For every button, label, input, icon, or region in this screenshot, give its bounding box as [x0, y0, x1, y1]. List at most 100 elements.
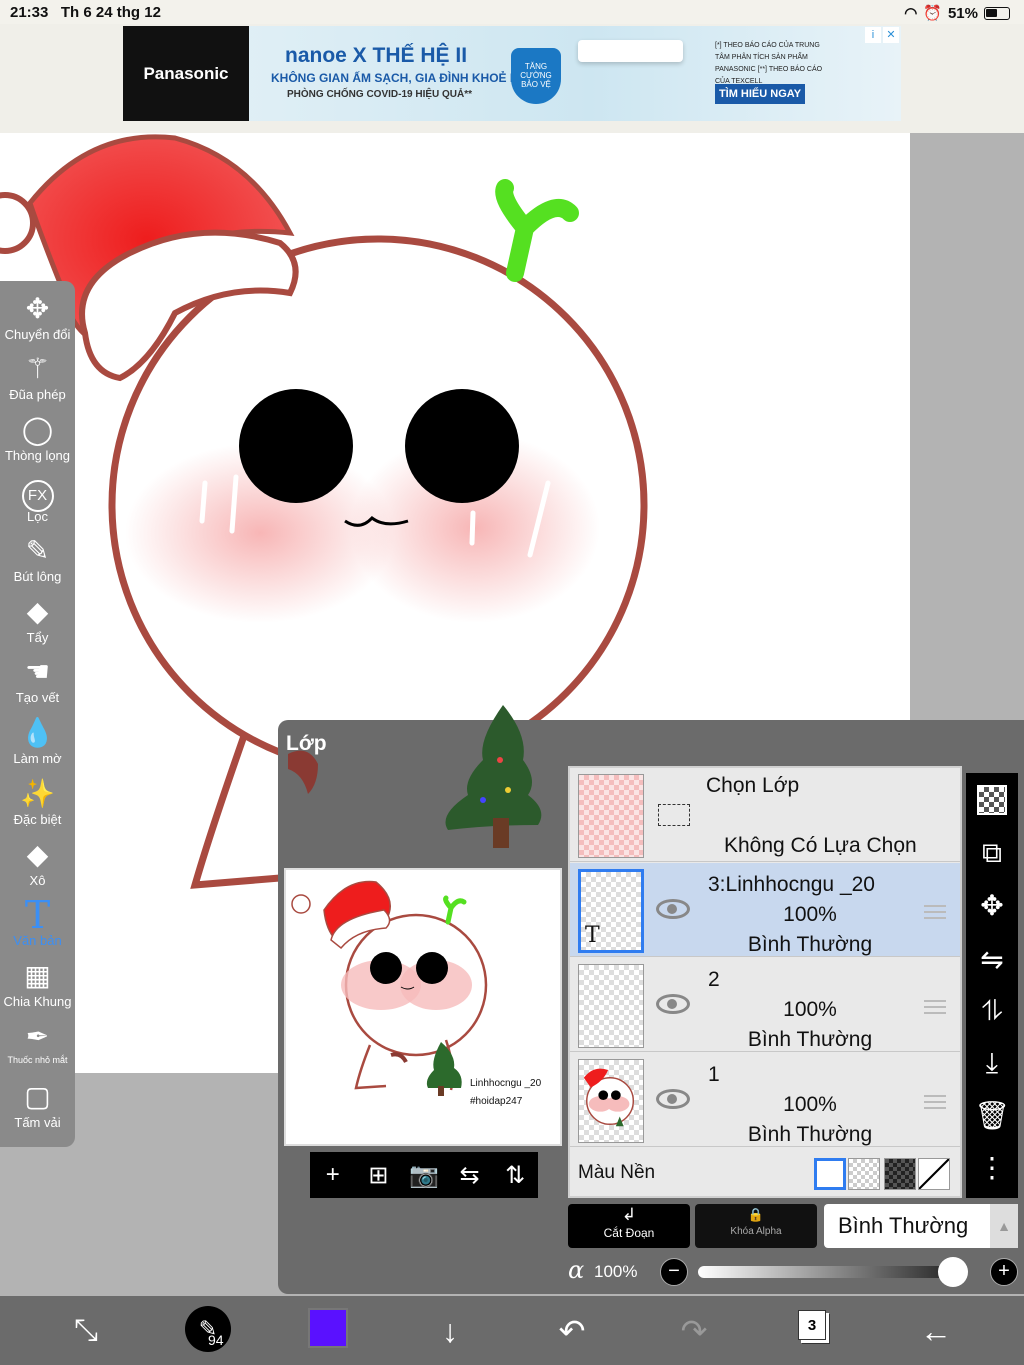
tool-lasso[interactable]: ◯ Thòng lọng [0, 412, 75, 472]
layer-name: 3:Linhhocngu _20 [708, 873, 875, 896]
current-color-swatch[interactable] [308, 1308, 348, 1348]
more-vertical-icon[interactable]: ⋮ [966, 1151, 1018, 1184]
move-icon: ✥ [25, 293, 50, 324]
move-layer-icon[interactable]: ✥ [966, 889, 1018, 922]
tool-blur[interactable]: 💧 Làm mờ [0, 715, 75, 775]
alpha-lock-button[interactable]: 🔒 Khóa Alpha [695, 1204, 817, 1248]
lasso-icon: ◯ [21, 414, 54, 445]
camera-icon[interactable]: 📷 [407, 1161, 441, 1190]
eye-visibility-icon[interactable] [656, 994, 690, 1014]
layer-thumbnail [578, 964, 644, 1048]
opacity-slider[interactable] [698, 1266, 958, 1278]
layer-list: Chọn Lớp Không Có Lựa Chọn Màu Nền T 3:Li… [568, 766, 962, 1198]
back-arrow-icon[interactable]: ← [914, 1310, 958, 1352]
brush-size-value: 94 [208, 1332, 224, 1348]
ad-air-conditioner-image [578, 40, 683, 62]
checker-transparency-icon[interactable] [977, 785, 1007, 815]
preview-toolbar: + ⊞ 📷 ⇆ ⇅ [310, 1152, 538, 1198]
tool-label: Chuyển đổi [4, 327, 71, 342]
frame-divider-icon: ▦ [24, 960, 51, 991]
arrow-down-icon[interactable]: ↓ [430, 1310, 470, 1352]
undo-icon[interactable]: ↶ [550, 1310, 594, 1352]
layers-button[interactable]: 3 [798, 1310, 826, 1340]
drag-handle-icon[interactable] [924, 1000, 946, 1014]
tool-label: Lọc [27, 509, 48, 524]
clipping-icon: ↲ [621, 1205, 637, 1224]
sprout [495, 179, 579, 282]
tool-label: Đặc biệt [13, 812, 62, 827]
layer-thumbnail: T [578, 869, 644, 953]
redo-icon[interactable]: ↷ [672, 1310, 716, 1352]
tool-canvas[interactable]: ▢ Tấm vải [0, 1079, 75, 1139]
ad-controls: i ✕ [865, 27, 899, 43]
opacity-decrease-button[interactable]: − [660, 1258, 688, 1286]
transform-tool-icon[interactable]: ⤡ [64, 1310, 108, 1352]
add-layer-icon[interactable]: + [316, 1161, 350, 1189]
layer-opacity: 100% [783, 998, 837, 1021]
chevron-up-icon: ▲ [990, 1204, 1018, 1248]
selection-title: Chọn Lớp [706, 774, 800, 797]
layer-name: 2 [708, 968, 720, 991]
layer-opacity: 100% [783, 1093, 837, 1116]
tool-eraser[interactable]: ◆ Tẩy [0, 594, 75, 654]
smudge-icon: ☚ [24, 656, 51, 687]
blend-mode-select[interactable]: Bình Thường ▲ [824, 1204, 1018, 1248]
flip-horizontal-icon[interactable]: ⇆ [453, 1161, 487, 1190]
selection-layer-row[interactable]: Chọn Lớp Không Có Lựa Chọn [570, 768, 960, 862]
tool-label: Xô [29, 873, 46, 888]
tool-fill[interactable]: ◆ Xô [0, 837, 75, 897]
layer-transform-icon[interactable]: ⧉ [966, 837, 1018, 870]
status-date: Th 6 24 thg 12 [60, 4, 161, 21]
add-layer-box-icon[interactable]: ⊞ [361, 1161, 395, 1190]
selection-status: Không Có Lựa Chọn [724, 834, 917, 857]
eye-visibility-icon[interactable] [656, 899, 690, 919]
opacity-slider-knob[interactable] [938, 1257, 968, 1287]
tool-label: Tẩy [26, 630, 49, 645]
layer-row[interactable]: T 3:Linhhocngu _20 100% Bình Thường [570, 863, 960, 957]
clipping-button[interactable]: ↲ Cắt Đoạn [568, 1204, 690, 1248]
background-dark-checker-swatch[interactable] [884, 1158, 916, 1190]
canvas-preview[interactable]: Linhhocngu _20 #hoidap247 [284, 868, 562, 1146]
tool-magic-wand[interactable]: ⚚ Đũa phép [0, 351, 75, 411]
fx-icon: FX [0, 473, 75, 512]
ad-info-icon[interactable]: i [865, 27, 881, 43]
merge-down-icon[interactable]: ⤓ [966, 1047, 1018, 1080]
tool-eyedropper[interactable]: ✒ Thuốc nhỏ mắt [0, 1019, 75, 1079]
selection-marquee-icon [658, 804, 690, 826]
flip-vertical-icon[interactable]: ⇅ [498, 1161, 532, 1190]
background-white-swatch[interactable] [814, 1158, 846, 1190]
ad-banner[interactable]: Panasonic nanoe X THẾ HỆ II KHÔNG GIAN Ấ… [123, 26, 901, 121]
tool-label: Chia Khung [3, 994, 72, 1009]
ad-close-icon[interactable]: ✕ [883, 27, 899, 43]
layer-blend-mode: Bình Thường [747, 933, 873, 956]
drag-handle-icon[interactable] [924, 1095, 946, 1109]
layer-row[interactable]: 2 100% Bình Thường [570, 958, 960, 1052]
ad-cta-button[interactable]: TÌM HIỂU NGAY [715, 84, 805, 104]
tool-special[interactable]: ✨ Đặc biệt [0, 776, 75, 836]
magic-wand-icon: ⚚ [24, 353, 51, 384]
eye-visibility-icon[interactable] [656, 1089, 690, 1109]
text-t-icon: T [24, 893, 51, 937]
background-none-swatch[interactable] [918, 1158, 950, 1190]
tool-text[interactable]: T Văn bản [0, 893, 75, 957]
tool-label: Đũa phép [9, 387, 66, 402]
tool-transform[interactable]: ✥ Chuyển đổi [0, 291, 75, 351]
tool-label: Văn bản [13, 933, 62, 948]
trash-icon[interactable]: 🗑 [966, 1099, 1018, 1132]
bottom-toolbar: ⤡ ✎ 94 ↓ ↶ ↷ 3 ← [0, 1296, 1024, 1365]
tool-brush[interactable]: ✎ Bút lông [0, 533, 75, 593]
opacity-increase-button[interactable]: + [990, 1258, 1018, 1286]
flip-vertical-icon[interactable]: ⥮ [966, 995, 1018, 1028]
layer-thumbnail [578, 1059, 644, 1143]
tool-frame[interactable]: ▦ Chia Khung [0, 958, 75, 1018]
battery-percent: 51% [947, 4, 978, 22]
tool-filter[interactable]: FX Lọc [0, 473, 75, 533]
background-light-checker-swatch[interactable] [848, 1158, 880, 1190]
ad-headline: nanoe X THẾ HỆ II [285, 44, 468, 67]
layer-blend-mode: Bình Thường [747, 1028, 873, 1051]
tool-label: Làm mờ [13, 751, 62, 766]
tool-smudge[interactable]: ☚ Tạo vết [0, 654, 75, 714]
flip-horizontal-icon[interactable]: ⇋ [966, 943, 1018, 976]
drag-handle-icon[interactable] [924, 905, 946, 919]
layer-row[interactable]: 1 100% Bình Thường [570, 1053, 960, 1147]
